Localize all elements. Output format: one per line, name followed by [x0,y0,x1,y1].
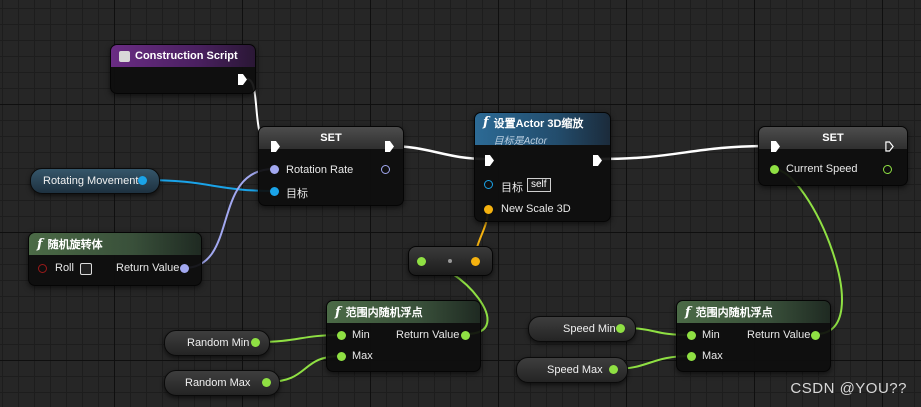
return-value-out-pin[interactable] [811,331,820,340]
set-rotation-header: SET [259,127,403,149]
rotation-rate-label: Rotation Rate [286,164,354,176]
return-value-out-pin[interactable] [461,331,470,340]
random-float-right-header: f 范围内随机浮点 [677,301,830,323]
random-max-out-pin[interactable] [262,378,271,387]
rotating-movement-label: Rotating Movement [43,175,139,187]
random-float-left-title: 范围内随机浮点 [345,307,423,319]
random-min-label: Random Min [187,337,250,349]
float-in-pin[interactable] [417,257,426,266]
random-float-right-node[interactable]: f 范围内随机浮点 Min Return Value Max [676,300,831,372]
roll-checkbox[interactable] [80,263,92,275]
set-actor-scale-title: 设置Actor 3D缩放 [493,118,584,130]
current-speed-out-pin[interactable] [883,165,892,174]
rotating-movement-variable[interactable]: Rotating Movement [30,168,160,194]
exec-out-pin[interactable] [238,74,247,85]
set-speed-title: SET [822,132,844,144]
roll-in-pin[interactable] [38,264,47,273]
set-actor-scale-header: f 设置Actor 3D缩放 目标是Actor [475,113,610,147]
random-rotator-title: 随机旋转体 [47,239,103,251]
random-float-left-node[interactable]: f 范围内随机浮点 Min Return Value Max [326,300,481,372]
random-float-left-header: f 范围内随机浮点 [327,301,480,323]
return-value-label: Return Value [116,262,180,274]
new-scale-in-pin[interactable] [484,205,493,214]
set-rotation-title: SET [320,132,342,144]
return-value-label: Return Value [396,329,460,341]
watermark: CSDN @YOU?? [790,380,907,397]
object-wire-rotating-movement [143,179,275,192]
construction-script-node[interactable]: Construction Script [110,44,256,94]
min-in-pin[interactable] [687,331,696,340]
speed-min-out-pin[interactable] [616,324,625,333]
speed-min-label: Speed Min [563,323,616,335]
set-actor-scale-node[interactable]: f 设置Actor 3D缩放 目标是Actor 目标 self New Scal… [474,112,611,222]
function-icon: f [335,304,341,320]
random-min-out-pin[interactable] [251,338,260,347]
event-icon [119,50,130,62]
max-in-pin[interactable] [687,352,696,361]
max-label: Max [702,350,723,362]
speed-max-label: Speed Max [547,364,603,376]
speed-max-out-pin[interactable] [609,365,618,374]
function-icon: f [685,304,691,320]
random-min-variable[interactable]: Random Min [164,330,270,356]
max-in-pin[interactable] [337,352,346,361]
exec-out-pin[interactable] [593,155,602,166]
exec-in-pin[interactable] [485,155,494,166]
random-max-variable[interactable]: Random Max [164,370,280,396]
self-value-box[interactable]: self [527,178,551,192]
min-label: Min [702,329,720,341]
function-icon: f [483,115,489,130]
min-label: Min [352,329,370,341]
rotating-movement-out-pin[interactable] [138,176,147,185]
construction-script-header: Construction Script [111,45,255,67]
exec-wire-scale-setspeed [597,144,771,161]
target-in-pin[interactable] [270,187,279,196]
rotation-rate-out-pin[interactable] [381,165,390,174]
exec-out-pin[interactable] [885,141,894,152]
make-vector-node[interactable] [408,246,493,276]
rotation-rate-in-pin[interactable] [270,165,279,174]
min-in-pin[interactable] [337,331,346,340]
roll-label: Roll [55,262,74,274]
current-speed-in-pin[interactable] [770,165,779,174]
vector-out-pin[interactable] [471,257,480,266]
set-rotation-node[interactable]: SET Rotation Rate 目标 [258,126,404,206]
random-max-label: Random Max [185,377,251,389]
set-actor-scale-subtitle: 目标是Actor [493,136,547,147]
speed-max-variable[interactable]: Speed Max [516,357,628,383]
max-label: Max [352,350,373,362]
target-in-pin[interactable] [484,180,493,189]
set-speed-node[interactable]: SET Current Speed [758,126,908,186]
speed-min-variable[interactable]: Speed Min [528,316,636,342]
construction-script-title: Construction Script [135,50,238,62]
separator-dot [448,259,452,263]
current-speed-label: Current Speed [786,163,858,175]
new-scale-label: New Scale 3D [501,203,571,215]
random-rotator-header: f 随机旋转体 [29,233,201,255]
target-label: 目标 [286,188,308,200]
return-value-out-pin[interactable] [180,264,189,273]
random-rotator-node[interactable]: f 随机旋转体 Roll Return Value [28,232,202,286]
return-value-label: Return Value [747,329,811,341]
random-float-right-title: 范围内随机浮点 [695,307,773,319]
function-icon: f [37,236,43,252]
target-label: 目标 [501,182,523,194]
